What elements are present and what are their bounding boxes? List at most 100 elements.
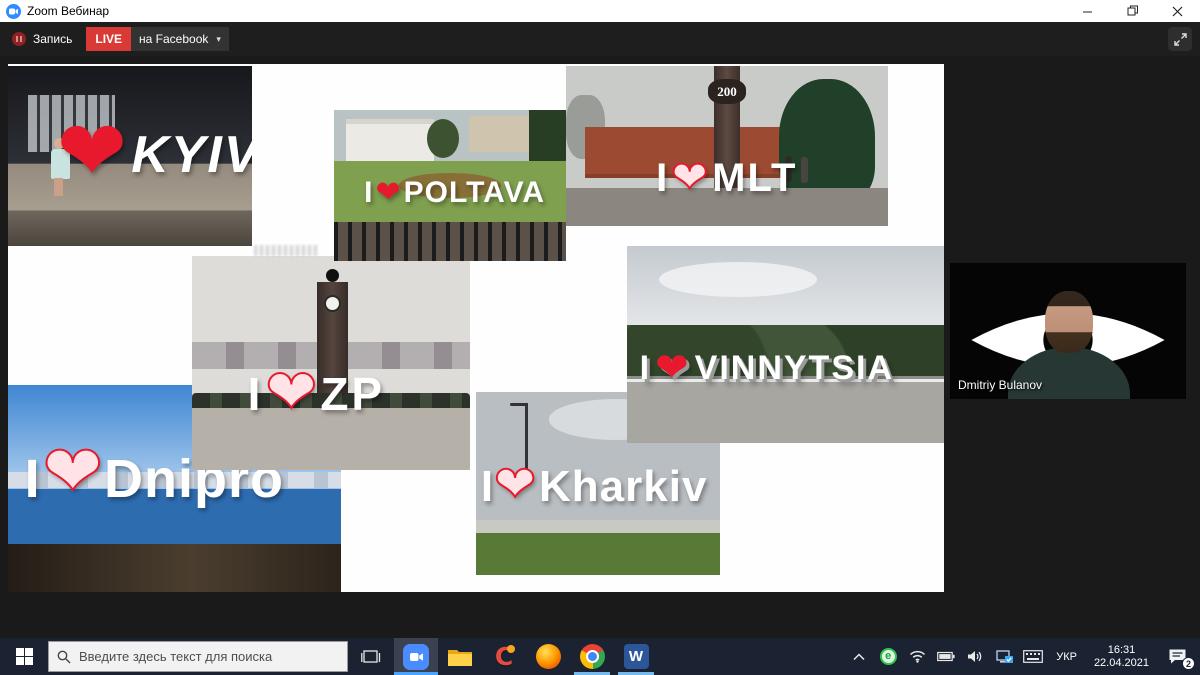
recording-indicator-icon — [12, 32, 26, 46]
taskbar-app-file-explorer[interactable] — [438, 638, 482, 675]
city-sign-vinnytsia: I ❤ VINNYTSIA — [640, 348, 894, 388]
participant-name-label: Dmitriy Bulanov — [958, 378, 1042, 392]
heart-icon: ❤ — [671, 156, 710, 200]
city-name: ZP — [320, 367, 385, 421]
heart-icon: ❤ — [43, 435, 104, 507]
city-sign-kyiv: ❤ KYIV — [57, 113, 252, 197]
tower-top — [326, 269, 339, 282]
city-sign-mlt: I ❤ MLT — [656, 156, 797, 201]
taskbar-app-word[interactable]: W — [614, 638, 658, 675]
task-view-button[interactable] — [348, 638, 394, 675]
presenter-video-thumbnail[interactable]: Dmitriy Bulanov — [950, 263, 1186, 399]
system-tray: e УКР 16:31 22.04.2021 — [847, 638, 1200, 675]
window-controls — [1065, 0, 1200, 22]
minimize-button[interactable] — [1065, 0, 1110, 22]
photo-poltava: I ❤ POLTAVA — [334, 110, 566, 261]
city-sign-kharkiv: I ❤ Kharkiv — [481, 462, 708, 512]
photo-melitopol: 200 I ❤ MLT — [566, 66, 888, 226]
tray-overflow-button[interactable] — [847, 638, 871, 675]
pedestrian — [801, 157, 808, 183]
zoom-app-icon — [6, 4, 21, 19]
zoom-webinar-window: Zoom Вебинар Запись LIVE на Facebook ▾ — [0, 0, 1200, 675]
building — [469, 116, 539, 152]
minimize-icon — [1082, 6, 1093, 17]
photo-zaporizhzhia: I ❤ ZP — [192, 256, 470, 470]
taskbar-app-chrome[interactable] — [570, 638, 614, 675]
clock-date: 22.04.2021 — [1094, 657, 1149, 669]
windows-taskbar: C W e — [0, 638, 1200, 675]
expand-arrows-icon — [1174, 33, 1187, 46]
tree — [427, 119, 459, 158]
fullscreen-toggle-button[interactable] — [1168, 27, 1192, 51]
speaker-icon — [967, 650, 983, 663]
tray-touch-keyboard-button[interactable] — [1021, 638, 1045, 675]
windows-logo-icon — [16, 648, 33, 665]
chevron-up-icon — [853, 653, 865, 661]
heart-icon: ❤ — [494, 459, 537, 509]
tray-antivirus-button[interactable]: e — [876, 638, 900, 675]
word-icon: W — [624, 644, 649, 669]
live-stream-control[interactable]: LIVE на Facebook ▾ — [86, 27, 229, 51]
recording-status: Запись — [12, 32, 72, 46]
window-title: Zoom Вебинар — [27, 4, 109, 18]
blurred-watermark — [254, 245, 318, 256]
action-center-button[interactable]: 2 — [1160, 638, 1194, 675]
tray-wifi-button[interactable] — [905, 638, 929, 675]
eset-icon: e — [880, 648, 897, 665]
taskbar-app-firefox[interactable] — [526, 638, 570, 675]
heart-icon: ❤ — [265, 361, 320, 423]
close-icon — [1172, 6, 1183, 17]
heart-icon: ❤ — [655, 348, 691, 388]
monitor-check-icon — [996, 650, 1013, 664]
live-badge: LIVE — [86, 27, 131, 51]
photo-kyiv: ❤ KYIV — [8, 66, 252, 246]
restore-icon — [1127, 5, 1139, 17]
city-name: KYIV — [131, 125, 252, 185]
battery-icon — [937, 651, 955, 662]
heart-icon: ❤ — [57, 109, 129, 193]
search-input[interactable] — [79, 649, 319, 664]
white-building — [346, 124, 434, 163]
task-view-icon — [361, 649, 381, 665]
curb — [476, 520, 720, 533]
file-explorer-icon — [447, 646, 473, 668]
zoom-icon — [403, 644, 429, 670]
city-sign-zp: I ❤ ZP — [248, 363, 386, 425]
title-bar: Zoom Вебинар — [0, 0, 1200, 22]
taskbar-search[interactable] — [48, 641, 348, 672]
plaza — [627, 382, 944, 443]
tray-battery-button[interactable] — [934, 638, 958, 675]
taskbar-app-zoom[interactable] — [394, 638, 438, 675]
city-name: Kharkiv — [539, 462, 707, 512]
tray-hardware-button[interactable] — [992, 638, 1016, 675]
restore-button[interactable] — [1110, 0, 1155, 22]
taskbar-clock[interactable]: 16:31 22.04.2021 — [1088, 638, 1155, 675]
meeting-content-area: ❤ KYIV 200 I ❤ MLT — [0, 56, 1200, 638]
city-name: VINNYTSIA — [695, 349, 894, 388]
photo-vinnytsia: I ❤ VINNYTSIA — [627, 246, 944, 443]
keyboard-icon — [1023, 650, 1043, 663]
clock-face — [324, 295, 341, 312]
start-button[interactable] — [0, 638, 48, 675]
wifi-icon — [909, 650, 926, 663]
firefox-icon — [536, 644, 561, 669]
close-button[interactable] — [1155, 0, 1200, 22]
clock-time: 16:31 — [1108, 644, 1136, 656]
taskbar-app-ccleaner[interactable]: C — [482, 638, 526, 675]
language-indicator[interactable]: УКР — [1050, 638, 1083, 675]
iron-fence — [334, 222, 566, 261]
shared-screen-slide: ❤ KYIV 200 I ❤ MLT — [8, 64, 944, 592]
ccleaner-icon: C — [495, 644, 513, 669]
presenter-face — [1045, 291, 1093, 353]
tray-volume-button[interactable] — [963, 638, 987, 675]
recording-label: Запись — [33, 32, 72, 46]
cloud — [659, 262, 818, 297]
monument-label: 200 — [708, 79, 747, 105]
grass — [476, 533, 720, 575]
chevron-down-icon[interactable]: ▾ — [216, 34, 221, 45]
city-name: POLTAVA — [404, 176, 545, 210]
search-icon — [57, 650, 71, 664]
notification-count-badge: 2 — [1182, 657, 1195, 670]
street-lamp-arm — [510, 403, 528, 406]
meeting-toolbar: Запись LIVE на Facebook ▾ — [0, 22, 1200, 56]
